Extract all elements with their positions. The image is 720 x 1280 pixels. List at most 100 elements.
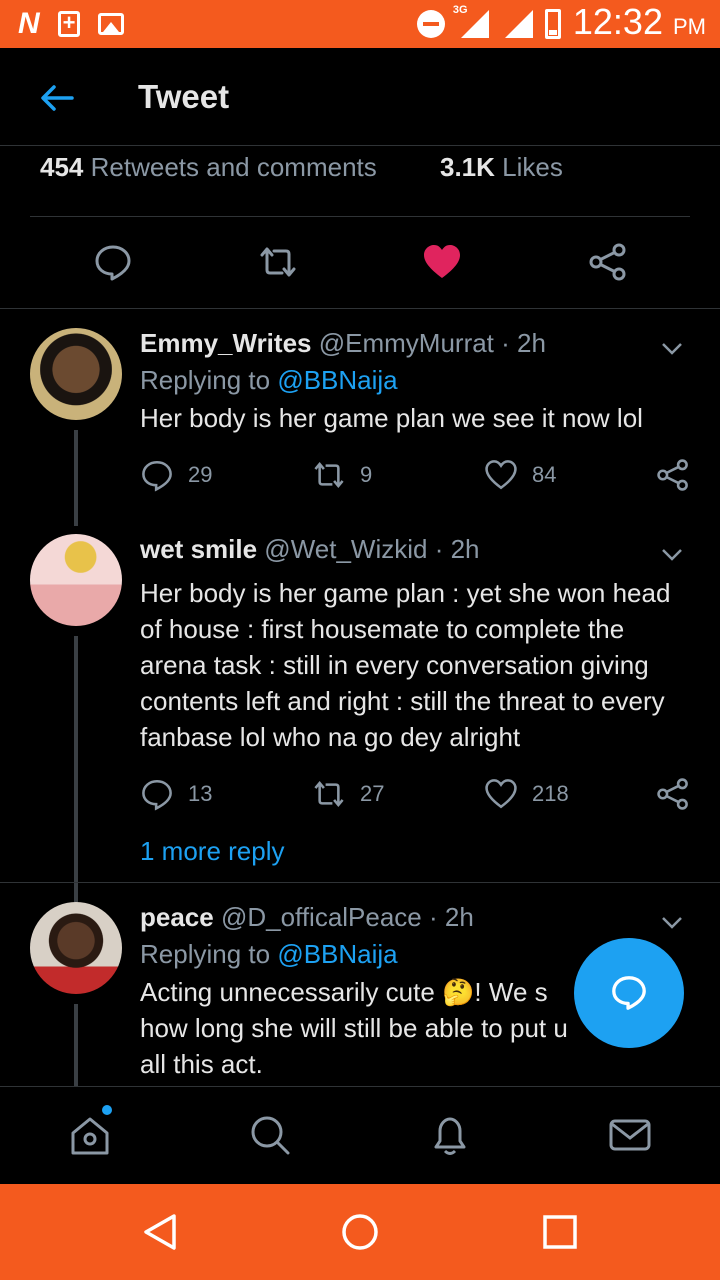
share-button[interactable] [656,458,690,492]
like-count: 218 [532,781,569,806]
battery-icon [544,9,561,39]
tweet-time: 2h [444,902,474,932]
user-handle[interactable]: @D_officalPeace [221,902,422,932]
share-icon [657,459,688,491]
home-notification-dot [102,1105,112,1115]
like-button[interactable]: 218 [484,777,569,811]
compose-reply-icon [612,976,646,1010]
retweets-stat[interactable]: 454 Retweets and comments [40,152,377,182]
replying-label: Replying to [140,365,271,395]
display-name[interactable]: wet smile [140,534,257,564]
clock-ampm: PM [673,13,706,39]
comment-icon [142,779,172,811]
tweet-meta: peace @D_officalPeace · 2h [140,902,474,932]
divider [30,216,690,217]
clock: 12:32 PM [572,0,706,47]
likes-label: Likes [502,152,563,182]
tweet-text-part: how long she will still be able to put u [140,1013,568,1043]
like-button[interactable]: 84 [484,458,556,492]
comment-icon[interactable] [93,242,133,282]
tweet-action-bar [0,236,720,292]
replying-handle[interactable]: @BBNaija [277,939,397,969]
tweet-text: Her body is her game plan we see it now … [140,403,643,433]
display-name[interactable]: peace [140,902,214,932]
compose-reply-button[interactable] [574,938,684,1048]
share-button[interactable] [656,777,690,811]
thinking-face-emoji: 🤔 [442,977,475,1007]
signal-icon [501,10,533,38]
replying-handle[interactable]: @BBNaija [277,365,397,395]
thread-line [74,430,78,526]
likes-count: 3.1K [440,152,495,182]
top-app-bar: Tweet [0,48,720,146]
clock-time: 12:32 [572,0,663,42]
tweet-body: wet smile @Wet_Wizkid · 2h Her body is h… [140,534,690,817]
divider [0,882,720,883]
retweets-count: 454 [40,152,84,182]
back-triangle-icon[interactable] [140,1212,180,1252]
do-not-disturb-icon [416,10,445,38]
home-icon[interactable] [68,1113,112,1157]
thread-dots [74,840,78,874]
likes-stat[interactable]: 3.1K Likes [440,152,563,183]
tweet-meta: wet smile @Wet_Wizkid · 2h [140,534,480,564]
user-handle[interactable]: @EmmyMurrat [319,328,494,358]
recents-square-icon[interactable] [540,1212,580,1252]
replying-to: Replying to @BBNaija [140,365,690,396]
mail-icon[interactable] [608,1113,652,1157]
tweet-time: 2h [450,534,480,564]
tweet-text-part: all this act. [140,1049,263,1079]
share-icon [657,778,688,810]
heart-outline-icon [485,460,517,490]
display-name[interactable]: Emmy_Writes [140,328,312,358]
system-navigation-bar [0,1184,720,1280]
reply-button[interactable]: 13 [140,777,212,811]
reply-count: 29 [188,462,213,487]
reply-count: 13 [188,781,213,806]
arrow-left-icon[interactable] [36,78,76,118]
tweet-actions: 13 27 218 [140,777,690,817]
tweet-text-part: ! We s [474,977,548,1007]
retweet-icon[interactable] [258,242,298,282]
chevron-down-icon[interactable] [660,910,684,934]
retweet-count: 9 [360,462,373,487]
search-icon[interactable] [248,1113,292,1157]
status-bar: N 3G 12:32 PM [0,0,720,48]
tweet-stats: 454 Retweets and comments 3.1K Likes [40,152,563,183]
app-notification-icon: N [18,7,40,40]
retweet-icon [314,780,344,808]
page-title: Tweet [138,78,230,115]
tweet-time: 2h [517,328,546,358]
chevron-down-icon[interactable] [660,542,684,566]
heart-icon[interactable] [422,242,462,282]
tweet-text-part: Acting unnecessarily cute [140,977,443,1007]
avatar[interactable] [30,902,122,994]
share-icon[interactable] [588,242,628,282]
avatar[interactable] [30,328,122,420]
user-handle[interactable]: @Wet_Wizkid [264,534,427,564]
bell-icon[interactable] [428,1113,472,1157]
divider [0,308,720,309]
replying-label: Replying to [140,939,271,969]
tweet-actions: 29 9 84 [140,458,690,498]
home-circle-icon[interactable] [340,1212,380,1252]
retweet-button[interactable]: 9 [312,458,372,492]
chevron-down-icon[interactable] [660,336,684,360]
network-type: 3G [452,4,468,16]
retweet-button[interactable]: 27 [312,777,384,811]
retweet-count: 27 [360,781,385,806]
reply-button[interactable]: 29 [140,458,212,492]
signal-3g-icon: 3G [453,4,489,38]
heart-outline-icon [485,779,517,809]
thread-line [74,1004,78,1088]
tweet-meta: Emmy_Writes @EmmyMurrat · 2h [140,328,546,358]
like-count: 84 [532,462,557,487]
tweet-text: Her body is her game plan : yet she won … [140,578,671,752]
avatar[interactable] [30,534,122,626]
tweet-body: Emmy_Writes @EmmyMurrat · 2h Replying to… [140,328,690,498]
bottom-navigation [0,1086,720,1184]
gallery-notification-icon [97,13,124,35]
more-replies-link[interactable]: 1 more reply [140,836,285,867]
retweet-icon [314,461,344,489]
comment-icon [142,460,172,492]
